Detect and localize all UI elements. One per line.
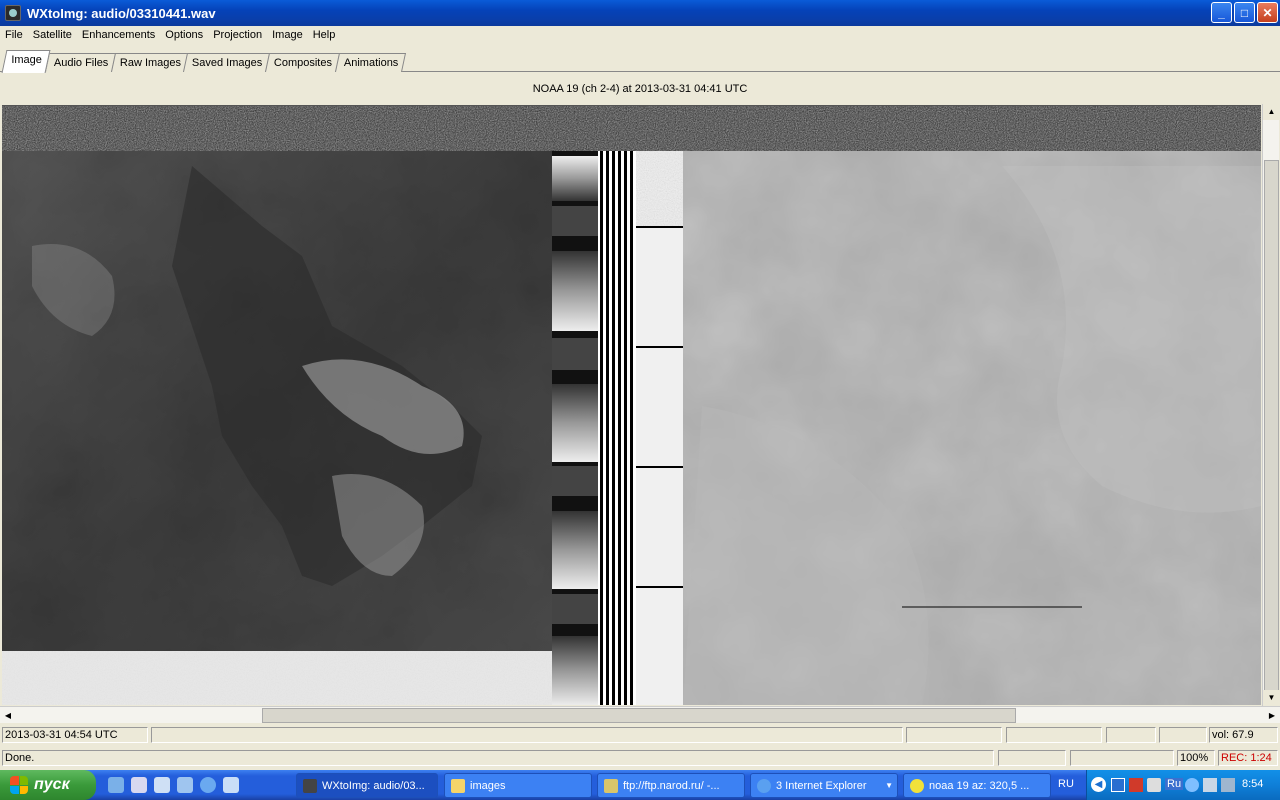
task-wxtoimg[interactable]: WXtoImg: audio/03... bbox=[296, 773, 438, 798]
quicklaunch-tool-icon[interactable] bbox=[223, 777, 239, 793]
quicklaunch-satellite-icon[interactable] bbox=[108, 777, 124, 793]
sync-bars bbox=[598, 151, 636, 705]
tab-saved-images[interactable]: Saved Images bbox=[182, 53, 271, 72]
status-field-5 bbox=[998, 750, 1066, 766]
window-title: WXtoImg: audio/03310441.wav bbox=[27, 5, 216, 21]
menu-enhancements[interactable]: Enhancements bbox=[77, 29, 160, 41]
clock[interactable]: 8:54 bbox=[1242, 778, 1263, 790]
quicklaunch-ie-icon[interactable] bbox=[200, 777, 216, 793]
tab-audio-files[interactable]: Audio Files bbox=[44, 53, 117, 72]
tab-composites-label: Composites bbox=[273, 57, 332, 69]
folder-icon bbox=[451, 778, 465, 793]
title-bar[interactable]: WXtoImg: audio/03310441.wav _ □ ✕ bbox=[0, 0, 1280, 26]
task-ftp[interactable]: ftp://ftp.narod.ru/ -... bbox=[597, 773, 745, 798]
menu-satellite[interactable]: Satellite bbox=[28, 29, 77, 41]
tab-strip: Image Audio Files Raw Images Saved Image… bbox=[0, 50, 1280, 73]
close-button[interactable]: ✕ bbox=[1257, 2, 1278, 23]
task-internet-explorer[interactable]: 3 Internet Explorer ▼ bbox=[750, 773, 898, 798]
status-recording: REC: 1:24 bbox=[1218, 750, 1278, 766]
scroll-down-icon[interactable]: ▼ bbox=[1263, 690, 1280, 706]
tray-antivirus-icon[interactable] bbox=[1129, 778, 1143, 792]
task-ie-label: 3 Internet Explorer bbox=[776, 779, 867, 792]
status-field-2 bbox=[1006, 727, 1102, 743]
system-tray: ◀ Ru 8:54 bbox=[1086, 770, 1280, 800]
tray-phone-icon[interactable] bbox=[1203, 778, 1217, 792]
menu-help[interactable]: Help bbox=[308, 29, 341, 41]
tab-composites[interactable]: Composites bbox=[264, 53, 341, 72]
tab-image-label: Image bbox=[11, 54, 42, 66]
tab-animations[interactable]: Animations bbox=[334, 53, 407, 72]
status-row-bottom: Done. 100% REC: 1:24 bbox=[0, 749, 1280, 767]
quicklaunch-user-icon[interactable] bbox=[154, 777, 170, 793]
status-field-1 bbox=[906, 727, 1002, 743]
tab-audio-files-label: Audio Files bbox=[53, 57, 109, 69]
maximize-button[interactable]: □ bbox=[1234, 2, 1255, 23]
tab-animations-label: Animations bbox=[343, 57, 399, 69]
scroll-right-icon[interactable]: ▶ bbox=[1264, 707, 1280, 724]
status-field-3 bbox=[1106, 727, 1156, 743]
horizontal-scrollbar[interactable]: ◀ ▶ bbox=[0, 706, 1280, 723]
taskbar: пуск WXtoImg: audio/03... images ftp://f… bbox=[0, 770, 1280, 800]
task-ftp-label: ftp://ftp.narod.ru/ -... bbox=[623, 779, 720, 792]
quicklaunch-network-icon[interactable] bbox=[131, 777, 147, 793]
menu-image[interactable]: Image bbox=[267, 29, 308, 41]
ie-icon bbox=[757, 778, 771, 793]
satellite-image-graphic bbox=[2, 106, 1261, 705]
tab-raw-images[interactable]: Raw Images bbox=[110, 53, 190, 72]
image-caption: NOAA 19 (ch 2-4) at 2013-03-31 04:41 UTC bbox=[532, 83, 748, 95]
status-time: 2013-03-31 04:54 UTC bbox=[2, 727, 148, 743]
tab-saved-images-label: Saved Images bbox=[191, 57, 263, 69]
menu-options[interactable]: Options bbox=[160, 29, 208, 41]
status-progress bbox=[151, 727, 903, 743]
wxtoimg-app-icon[interactable] bbox=[5, 5, 21, 21]
menu-file[interactable]: File bbox=[0, 29, 28, 41]
task-noaa-label: noaa 19 az: 320,5 ... bbox=[929, 779, 1030, 792]
start-button[interactable]: пуск bbox=[0, 770, 96, 800]
minimize-button[interactable]: _ bbox=[1211, 2, 1232, 23]
tray-volume-icon[interactable] bbox=[1147, 778, 1161, 792]
language-indicator[interactable]: RU bbox=[1058, 778, 1074, 790]
tray-expand-icon[interactable]: ◀ bbox=[1091, 777, 1106, 792]
horizontal-scroll-thumb[interactable] bbox=[262, 708, 1016, 723]
group-dropdown-icon[interactable]: ▼ bbox=[885, 781, 893, 790]
menu-projection[interactable]: Projection bbox=[208, 29, 267, 41]
tray-network-icon[interactable] bbox=[1111, 778, 1125, 792]
vertical-scroll-thumb[interactable] bbox=[1264, 160, 1279, 720]
task-images-label: images bbox=[470, 779, 506, 792]
ftp-icon bbox=[604, 778, 618, 793]
status-field-4 bbox=[1159, 727, 1207, 743]
tray-bluetooth-icon[interactable] bbox=[1185, 778, 1199, 792]
vertical-scrollbar[interactable]: ▲ ▼ bbox=[1262, 104, 1280, 720]
tray-monitor-icon[interactable] bbox=[1221, 778, 1235, 792]
scroll-left-icon[interactable]: ◀ bbox=[0, 707, 16, 724]
status-zoom: 100% bbox=[1177, 750, 1215, 766]
status-volume: vol: 67.9 bbox=[1209, 727, 1278, 743]
wxtoimg-icon bbox=[303, 778, 317, 793]
start-label: пуск bbox=[34, 776, 70, 793]
menu-bar: File Satellite Enhancements Options Proj… bbox=[0, 26, 1280, 44]
satellite-image[interactable] bbox=[2, 105, 1261, 705]
status-message: Done. bbox=[2, 750, 994, 766]
task-wxtoimg-label: WXtoImg: audio/03... bbox=[322, 779, 425, 792]
quicklaunch-dish-icon[interactable] bbox=[177, 777, 193, 793]
satellite-icon bbox=[910, 778, 924, 793]
scroll-up-icon[interactable]: ▲ bbox=[1263, 104, 1280, 120]
task-noaa-tracker[interactable]: noaa 19 az: 320,5 ... bbox=[903, 773, 1051, 798]
tab-image[interactable]: Image bbox=[1, 50, 51, 73]
tab-raw-images-label: Raw Images bbox=[119, 57, 182, 69]
windows-logo-icon bbox=[10, 776, 28, 794]
status-row-top: 2013-03-31 04:54 UTC vol: 67.9 bbox=[0, 726, 1280, 744]
tray-language[interactable]: Ru bbox=[1165, 778, 1184, 790]
status-field-6 bbox=[1070, 750, 1174, 766]
task-images-folder[interactable]: images bbox=[444, 773, 592, 798]
